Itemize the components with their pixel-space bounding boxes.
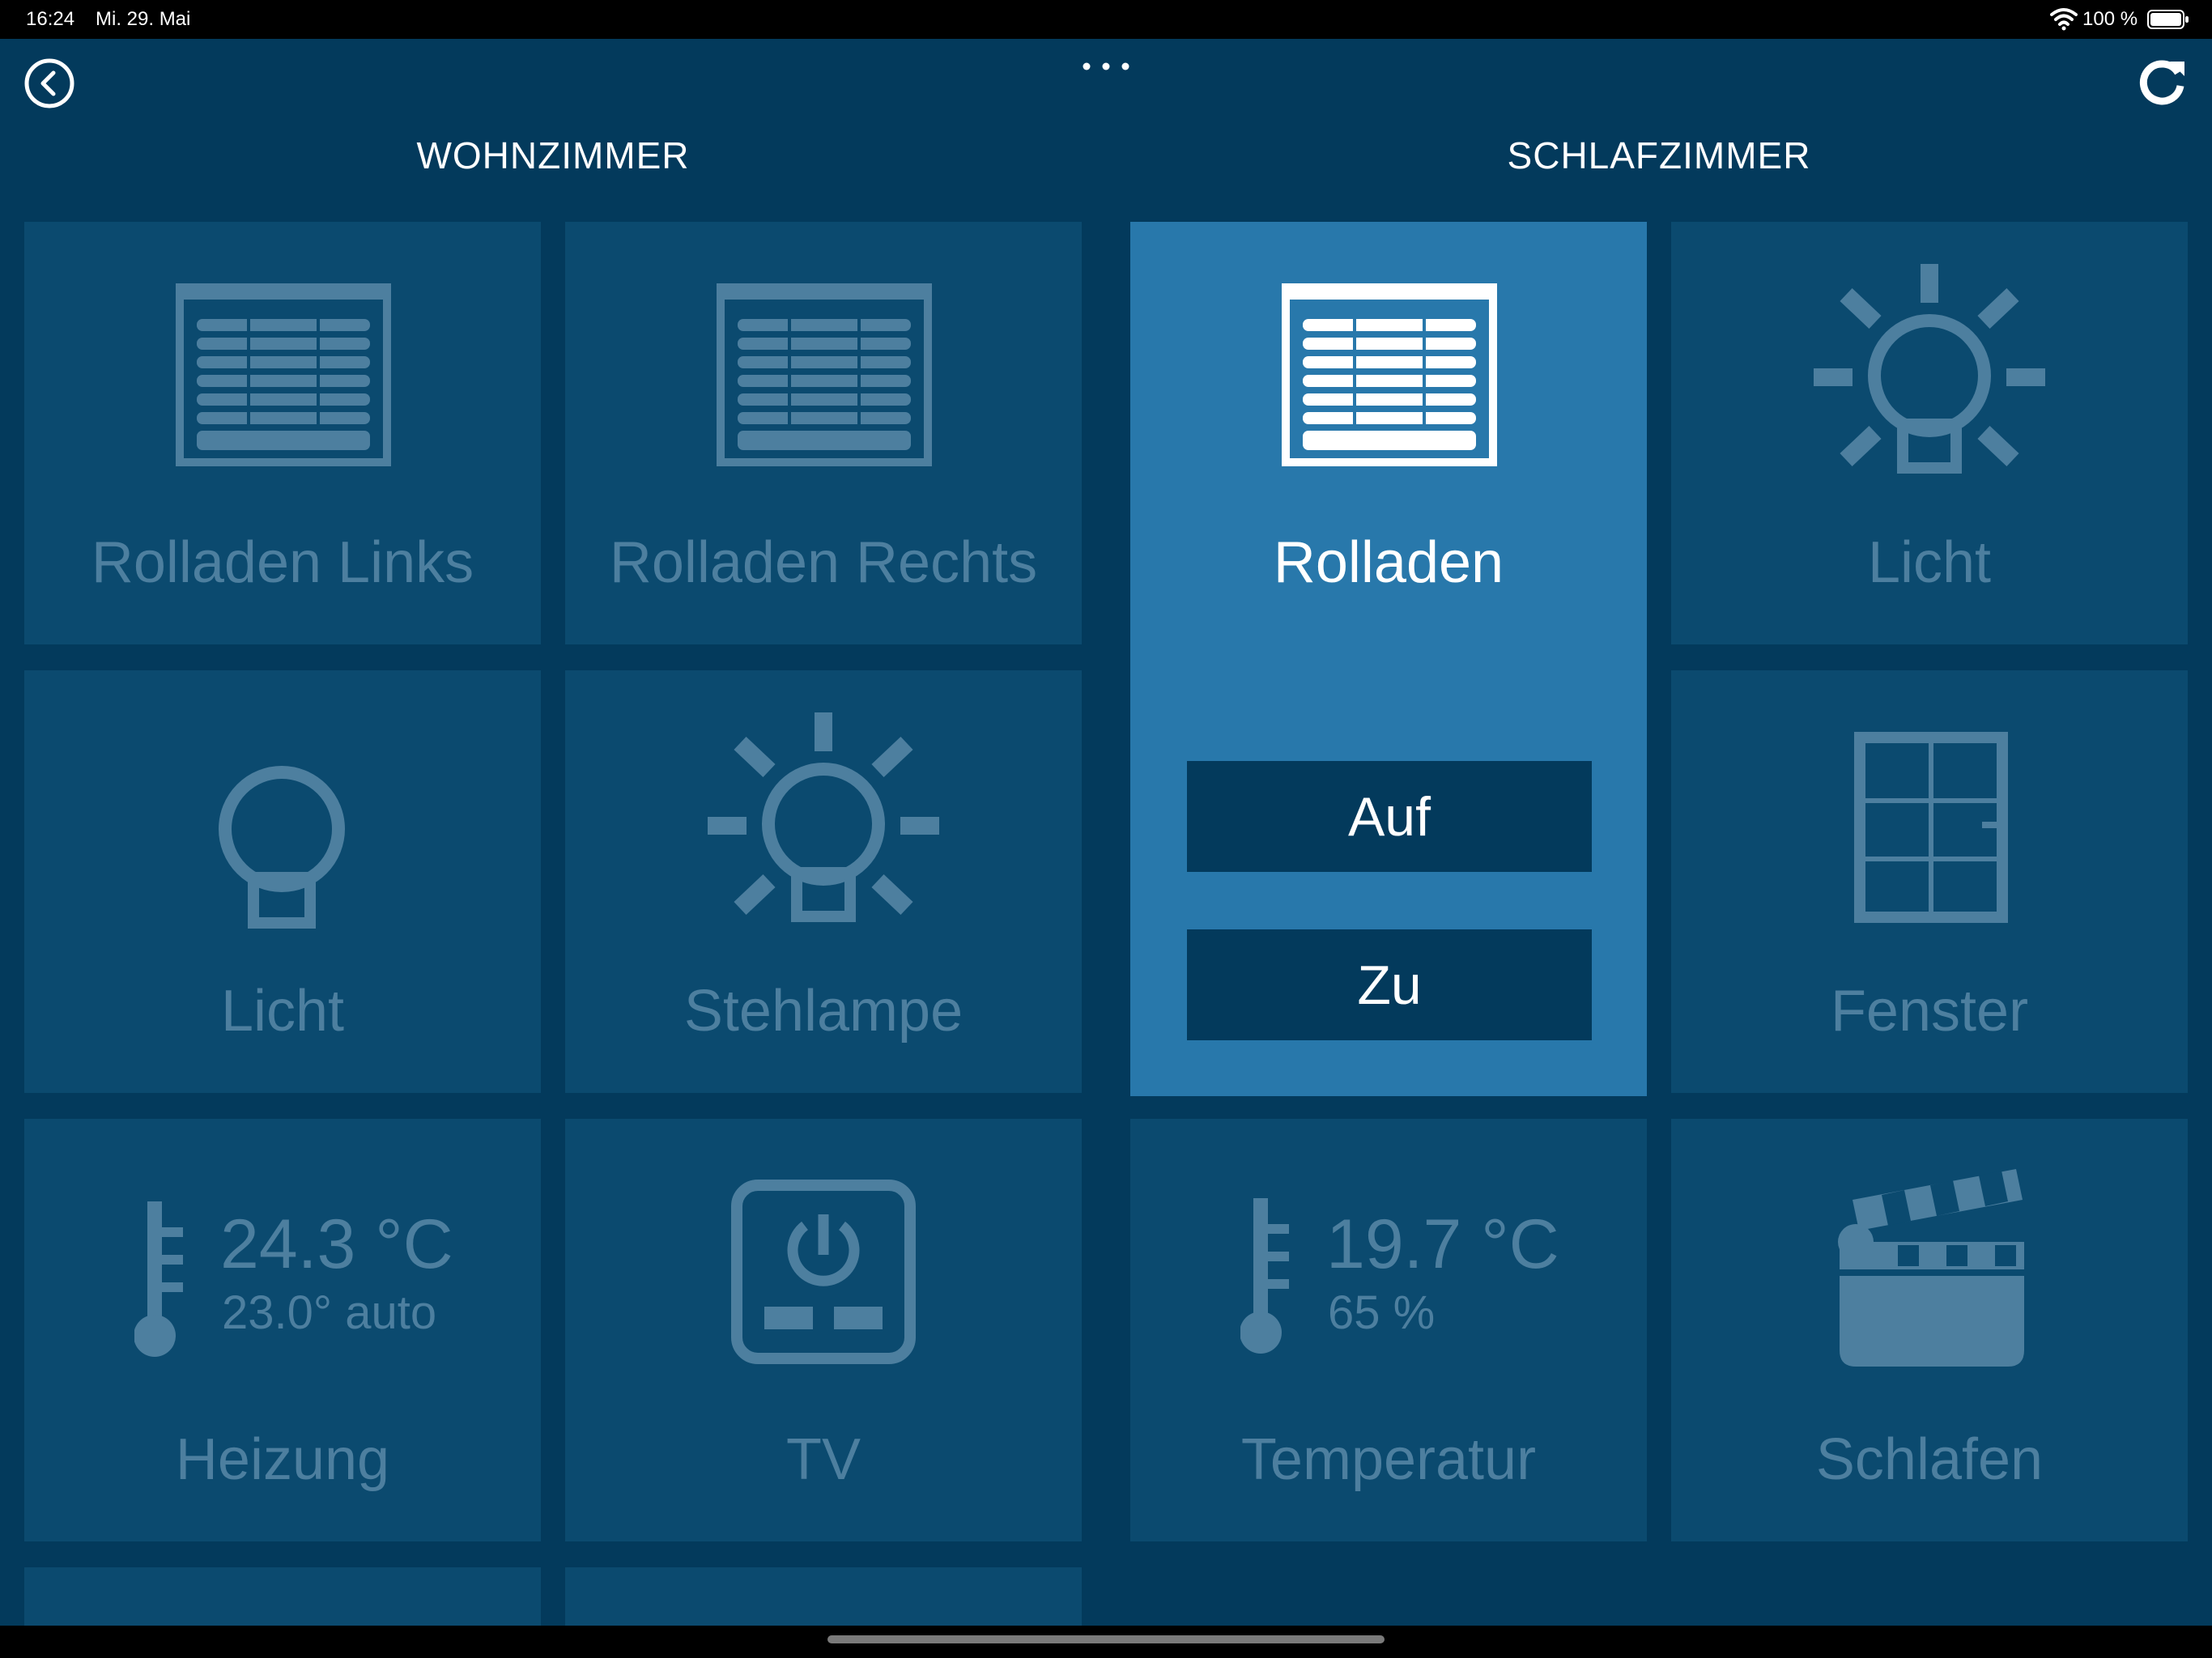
light-on-icon [708, 712, 939, 922]
battery-percentage: 100 % [2082, 8, 2138, 30]
shutter-icon [717, 283, 932, 466]
tile-label: TV [785, 1427, 861, 1492]
room-temperature: 19.7 °C [1326, 1205, 1559, 1283]
tile-label: Heizung [175, 1427, 390, 1492]
clapperboard-icon [1838, 1169, 2024, 1367]
status-bar: 16:24 Mi. 29. Mai 100 % [0, 0, 2212, 39]
wifi-icon [2050, 8, 2078, 31]
tile-label: Rolladen Links [91, 530, 474, 595]
tile-label: Stehlampe [683, 979, 963, 1044]
light-on-icon [1814, 264, 2045, 474]
tile-fenster[interactable]: Fenster [1671, 670, 2188, 1093]
tile-label: Rolladen [1273, 530, 1504, 595]
tile-temperatur[interactable]: 19.7 °C 65 % Temperatur [1130, 1119, 1647, 1541]
tile-label: Temperatur [1240, 1427, 1537, 1492]
tile-schlafen[interactable]: Schlafen [1671, 1119, 2188, 1541]
thermometer-icon [1240, 1198, 1289, 1354]
refresh-icon[interactable] [2136, 55, 2189, 108]
tile-label: Licht [1867, 530, 1992, 595]
shutter-icon [176, 283, 391, 466]
tile-stehlampe[interactable]: Stehlampe [565, 670, 1082, 1093]
tile-label: Schlafen [1815, 1427, 2044, 1492]
battery-full-icon [2147, 10, 2189, 29]
tile-heizung[interactable]: 24.3 °C 23.0° auto Heizung [24, 1119, 541, 1541]
heating-temperature: 24.3 °C [220, 1205, 453, 1283]
bulb-icon [219, 766, 345, 929]
tile-label: Rolladen Rechts [609, 530, 1038, 595]
home-indicator-bar[interactable] [827, 1635, 1385, 1643]
more-options-button[interactable] [1077, 49, 1135, 81]
back-circle-icon[interactable] [23, 57, 76, 110]
shutter-up-button[interactable]: Auf [1187, 761, 1592, 872]
tile-partial[interactable] [24, 1567, 541, 1626]
room-title-wohnzimmer: WOHNZIMMER [416, 134, 690, 176]
shutter-down-button[interactable]: Zu [1187, 929, 1592, 1040]
room-title-schlafzimmer: SCHLAFZIMMER [1507, 134, 1811, 176]
room-humidity: 65 % [1328, 1286, 1436, 1339]
tile-label: Licht [220, 979, 345, 1044]
tile-tv[interactable]: TV [565, 1119, 1082, 1541]
power-socket-icon [731, 1180, 916, 1364]
tile-licht-schlafzimmer[interactable]: Licht [1671, 222, 2188, 644]
heating-setpoint: 23.0° auto [222, 1286, 437, 1339]
window-icon [1854, 732, 2008, 923]
tile-rolladen-schlafzimmer[interactable]: Rolladen Auf Zu [1130, 222, 1647, 1096]
tile-label: Fenster [1830, 979, 2029, 1044]
tile-licht-wohnzimmer[interactable]: Licht [24, 670, 541, 1093]
tile-rolladen-links[interactable]: Rolladen Links [24, 222, 541, 644]
status-time: 16:24 [26, 8, 75, 30]
shutter-icon [1282, 283, 1497, 466]
tile-partial[interactable] [565, 1567, 1082, 1626]
thermometer-icon [134, 1201, 183, 1357]
status-date: Mi. 29. Mai [96, 8, 191, 30]
home-indicator [0, 1626, 2212, 1658]
tile-rolladen-rechts[interactable]: Rolladen Rechts [565, 222, 1082, 644]
